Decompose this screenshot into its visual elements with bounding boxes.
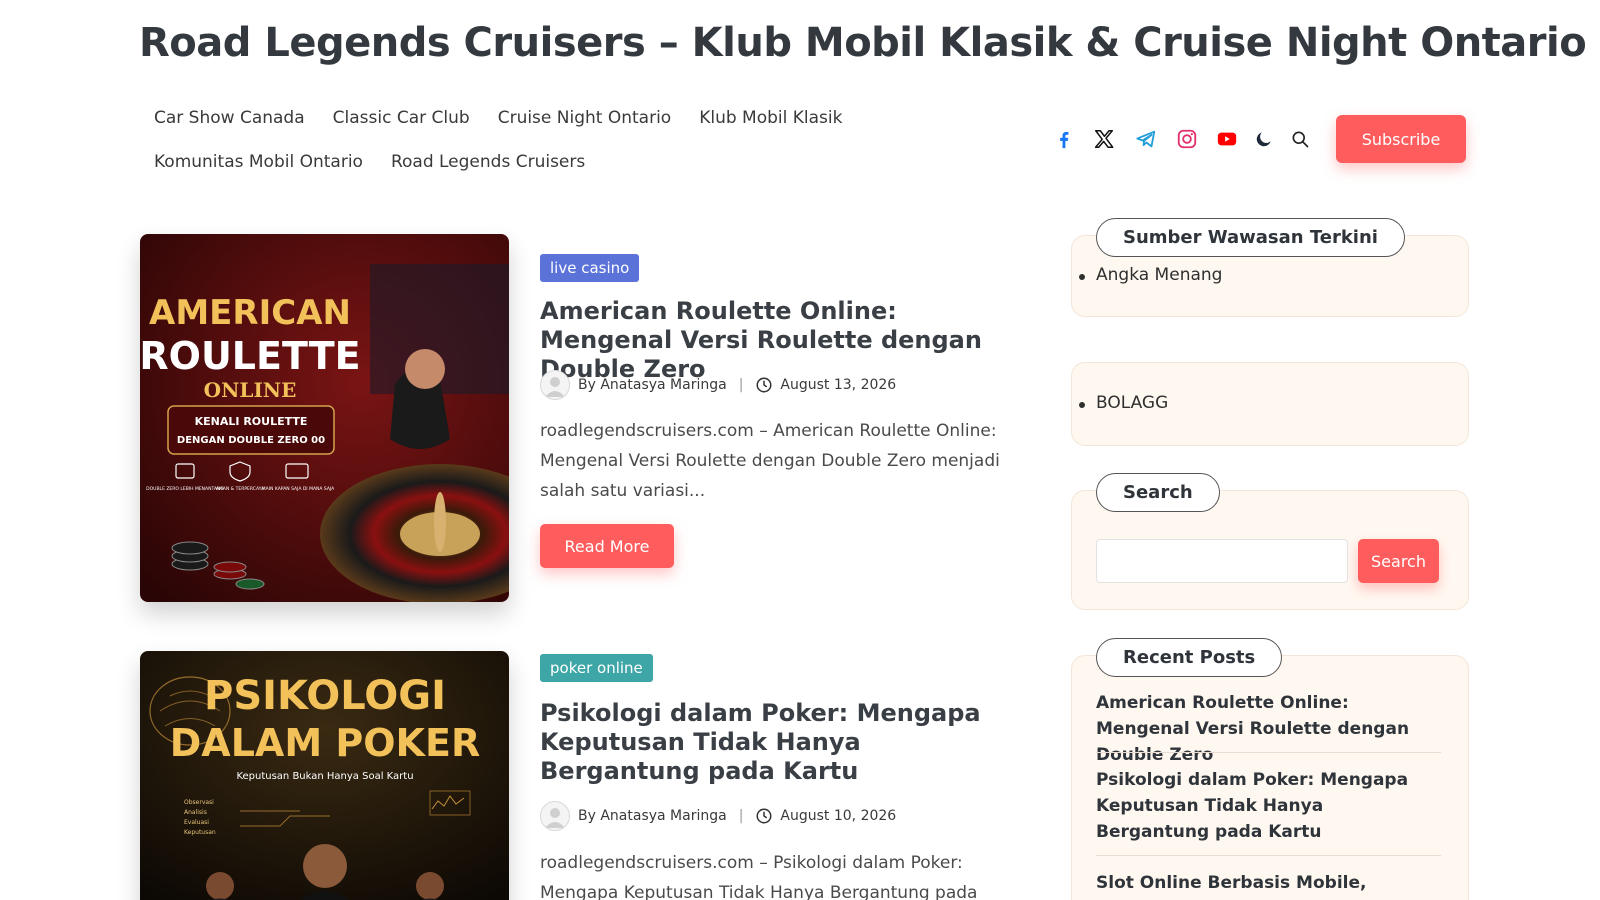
sidebar-search-input[interactable] (1096, 539, 1348, 583)
widget-title-search: Search (1096, 473, 1220, 512)
sidebar-link-angka-menang[interactable]: Angka Menang (1079, 265, 1222, 285)
nav-item-klub-mobil-klasik[interactable]: Klub Mobil Klasik (685, 108, 856, 128)
read-more-button[interactable]: Read More (540, 524, 674, 568)
meta-separator: | (738, 377, 744, 393)
nav-row-2: Komunitas Mobil Ontario Road Legends Cru… (140, 140, 860, 184)
post-meta: By Anatasya Maringa | August 10, 2026 (540, 801, 896, 831)
nav-item-classic-car-club[interactable]: Classic Car Club (319, 108, 484, 128)
image-text-online: ONLINE (204, 378, 297, 402)
sidebar-link-label[interactable]: BOLAGG (1096, 393, 1168, 413)
image-feature-2: AMAN & TERPERCAYA (216, 486, 265, 492)
primary-nav: Car Show Canada Classic Car Club Cruise … (140, 96, 860, 184)
widget-title-recent-posts: Recent Posts (1096, 638, 1283, 677)
list-bullet (1079, 274, 1085, 280)
nav-item-komunitas-mobil-ontario[interactable]: Komunitas Mobil Ontario (140, 152, 377, 172)
recent-divider (1096, 752, 1441, 753)
post-meta: By Anatasya Maringa | August 13, 2026 (540, 370, 896, 400)
youtube-icon[interactable] (1215, 127, 1239, 151)
image-text-psikologi: PSIKOLOGI (204, 673, 446, 719)
post-excerpt: roadlegendscruisers.com – American Roule… (540, 421, 1000, 501)
image-label-keputusan: Keputusan (184, 829, 216, 836)
telegram-icon[interactable] (1134, 127, 1158, 151)
category-badge-poker-online[interactable]: poker online (540, 654, 653, 682)
image-text-dalam-poker: DALAM POKER (170, 721, 480, 765)
post-thumbnail-psikologi-poker[interactable]: PSIKOLOGI DALAM POKER Keputusan Bukan Ha… (140, 651, 509, 900)
widget-title-insights: Sumber Wawasan Terkini (1096, 218, 1405, 257)
facebook-icon[interactable] (1052, 127, 1076, 151)
image-text-subtitle: Keputusan Bukan Hanya Soal Kartu (236, 771, 413, 782)
image-text-american: AMERICAN (149, 293, 351, 333)
clock-icon (755, 376, 773, 394)
dark-mode-moon-icon[interactable] (1252, 127, 1276, 151)
nav-item-road-legends-cruisers[interactable]: Road Legends Cruisers (377, 152, 599, 172)
search-icon[interactable] (1288, 127, 1312, 151)
nav-item-cruise-night-ontario[interactable]: Cruise Night Ontario (484, 108, 686, 128)
sidebar-link-label[interactable]: Angka Menang (1096, 265, 1222, 285)
sidebar-link-bolagg[interactable]: BOLAGG (1079, 393, 1168, 413)
author-avatar[interactable] (540, 801, 570, 831)
meta-separator: | (738, 808, 744, 824)
image-text-roulette: ROULETTE (140, 334, 361, 378)
recent-post-link[interactable]: Psikologi dalam Poker: Mengapa Keputusan… (1096, 767, 1441, 845)
image-text-kenali: KENALI ROULETTE (195, 415, 308, 428)
image-label-observasi: Observasi (184, 799, 214, 806)
post-thumbnail-american-roulette[interactable]: AMERICAN ROULETTE ONLINE KENALI ROULETTE… (140, 234, 509, 602)
instagram-icon[interactable] (1175, 127, 1199, 151)
recent-divider (1096, 855, 1441, 856)
image-label-analisis: Analisis (184, 809, 207, 816)
clock-icon (755, 807, 773, 825)
sidebar-search-button[interactable]: Search (1358, 539, 1439, 583)
image-text-double-zero: DENGAN DOUBLE ZERO 00 (177, 435, 325, 446)
nav-row-1: Car Show Canada Classic Car Club Cruise … (140, 96, 860, 140)
nav-item-car-show-canada[interactable]: Car Show Canada (140, 108, 319, 128)
post-date[interactable]: August 10, 2026 (780, 808, 896, 824)
post-excerpt: roadlegendscruisers.com – Psikologi dala… (540, 853, 978, 900)
author-avatar[interactable] (540, 370, 570, 400)
recent-post-link[interactable]: American Roulette Online: Mengenal Versi… (1096, 690, 1441, 768)
category-badge-live-casino[interactable]: live casino (540, 254, 640, 282)
image-feature-3: MAIN KAPAN SAJA DI MANA SAJA (262, 486, 335, 492)
post-title[interactable]: Psikologi dalam Poker: Mengapa Keputusan… (540, 699, 1000, 786)
post-date[interactable]: August 13, 2026 (780, 377, 896, 393)
image-label-evaluasi: Evaluasi (184, 819, 209, 826)
x-twitter-icon[interactable] (1092, 127, 1116, 151)
post-author[interactable]: By Anatasya Maringa (578, 377, 727, 393)
site-title[interactable]: Road Legends Cruisers – Klub Mobil Klasi… (139, 20, 1587, 66)
post-author[interactable]: By Anatasya Maringa (578, 808, 727, 824)
list-bullet (1079, 402, 1085, 408)
image-feature-1: DOUBLE ZERO LEBIH MENANTANG (146, 486, 224, 492)
recent-post-link[interactable]: Slot Online Berbasis Mobile, Semakin Pra… (1096, 870, 1441, 900)
subscribe-button[interactable]: Subscribe (1336, 115, 1466, 163)
